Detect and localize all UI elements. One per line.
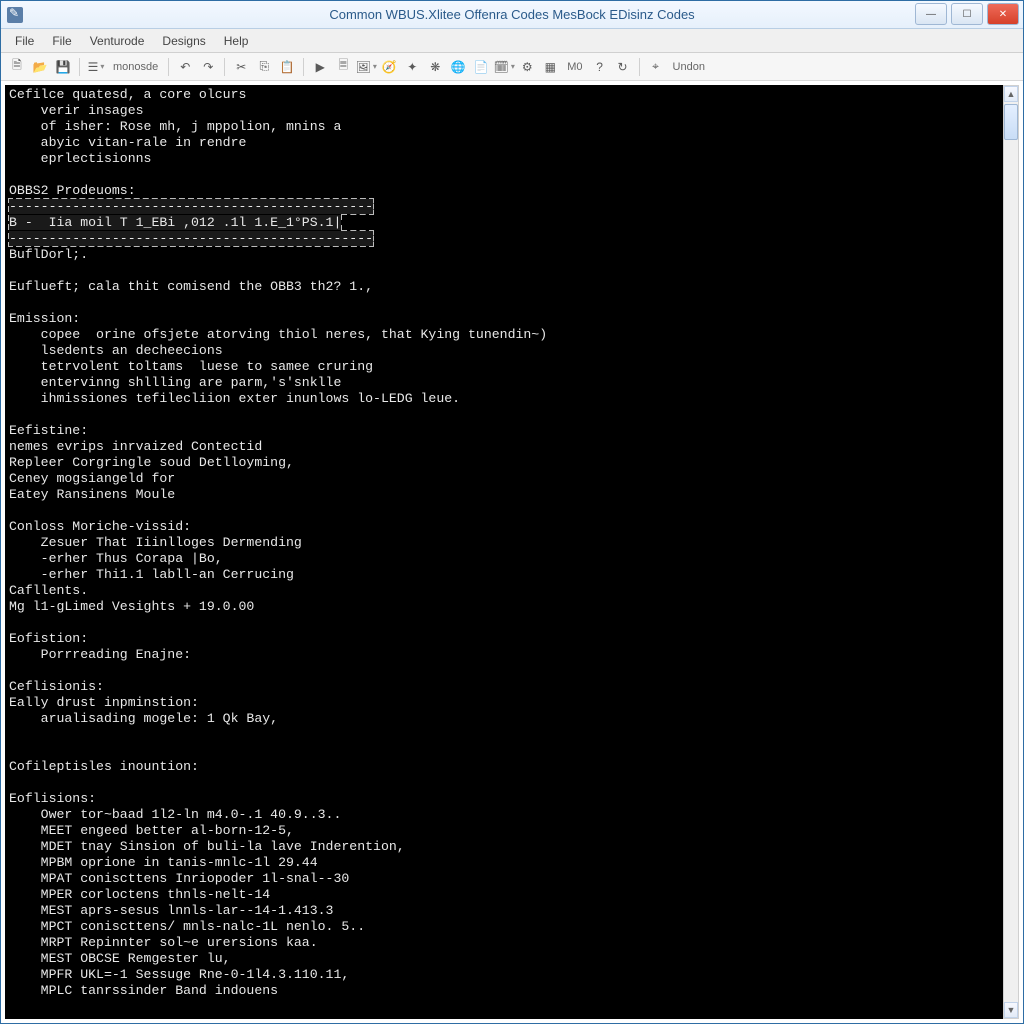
tool-run-icon[interactable]: ▶ bbox=[310, 57, 330, 77]
titlebar: Common WBUS.Xlitee Offenra Codes MesBock… bbox=[1, 1, 1023, 29]
tool-cut-icon[interactable]: ✂ bbox=[231, 57, 251, 77]
window-title: Common WBUS.Xlitee Offenra Codes MesBock… bbox=[0, 7, 1024, 22]
toolbar-separator bbox=[303, 58, 304, 76]
tool-page-icon[interactable]: 🗏 bbox=[333, 57, 353, 77]
tool-doc-icon[interactable]: 📄 bbox=[471, 57, 491, 77]
menu-designs[interactable]: Designs bbox=[154, 32, 213, 50]
tool-paste-icon[interactable]: 📋 bbox=[277, 57, 297, 77]
tool-undo-icon[interactable]: ↶ bbox=[175, 57, 195, 77]
tool-view-icon[interactable]: ☰ bbox=[86, 57, 106, 77]
tool-redo-icon[interactable]: ↷ bbox=[198, 57, 218, 77]
titlebar-left bbox=[1, 7, 23, 23]
tool-image-icon[interactable]: 🖼 bbox=[356, 57, 376, 77]
menu-file-2[interactable]: File bbox=[44, 32, 79, 50]
close-icon: ✕ bbox=[999, 9, 1007, 20]
tool-globe-icon[interactable]: 🌐 bbox=[448, 57, 468, 77]
tool-refresh-icon[interactable]: ↻ bbox=[613, 57, 633, 77]
toolbar-separator bbox=[79, 58, 80, 76]
tool-help-icon[interactable]: ? bbox=[590, 57, 610, 77]
toolbar-suffix-label: Undon bbox=[669, 61, 709, 73]
menu-venturode[interactable]: Venturode bbox=[82, 32, 153, 50]
toolbar-separator bbox=[224, 58, 225, 76]
toolbar-m0-label: M0 bbox=[563, 61, 586, 73]
close-button[interactable]: ✕ bbox=[987, 3, 1019, 25]
tool-wand-icon[interactable]: ✦ bbox=[402, 57, 422, 77]
window-controls: — ☐ ✕ bbox=[915, 1, 1023, 28]
toolbar-mode-label: monosde bbox=[109, 61, 162, 73]
tool-spark-icon[interactable]: ❋ bbox=[425, 57, 445, 77]
minimize-button[interactable]: — bbox=[915, 3, 947, 25]
toolbar-separator bbox=[639, 58, 640, 76]
tool-copy-icon[interactable]: ⎘ bbox=[254, 57, 274, 77]
editor-area: Cefilce quatesd, a core olcurs verir ins… bbox=[1, 81, 1023, 1023]
tool-unused-icon[interactable]: ⚙ bbox=[517, 57, 537, 77]
scroll-thumb[interactable] bbox=[1004, 104, 1018, 140]
toolbar-separator bbox=[168, 58, 169, 76]
highlighted-line: ----------------------------------------… bbox=[9, 199, 373, 246]
menubar: File File Venturode Designs Help bbox=[1, 29, 1023, 53]
scroll-up-icon[interactable]: ▲ bbox=[1004, 86, 1018, 102]
menu-help[interactable]: Help bbox=[216, 32, 257, 50]
tool-target-icon[interactable]: ⌖ bbox=[646, 57, 666, 77]
tool-calendar-icon[interactable]: 🗓 bbox=[494, 57, 514, 77]
console-output[interactable]: Cefilce quatesd, a core olcurs verir ins… bbox=[5, 85, 1019, 1019]
tool-grid-icon[interactable]: ▦ bbox=[540, 57, 560, 77]
tool-save-icon[interactable]: 💾 bbox=[53, 57, 73, 77]
minimize-icon: — bbox=[926, 9, 936, 20]
vertical-scrollbar[interactable]: ▲ ▼ bbox=[1003, 85, 1019, 1019]
maximize-button[interactable]: ☐ bbox=[951, 3, 983, 25]
maximize-icon: ☐ bbox=[963, 9, 972, 20]
tool-new-icon[interactable]: 🗎 bbox=[7, 57, 27, 77]
toolbar: 🗎 📂 💾 ☰ monosde ↶ ↷ ✂ ⎘ 📋 ▶ 🗏 🖼 🧭 ✦ ❋ 🌐 … bbox=[1, 53, 1023, 81]
tool-open-icon[interactable]: 📂 bbox=[30, 57, 50, 77]
scroll-down-icon[interactable]: ▼ bbox=[1004, 1002, 1018, 1018]
menu-file-1[interactable]: File bbox=[7, 32, 42, 50]
app-icon bbox=[7, 7, 23, 23]
app-window: Common WBUS.Xlitee Offenra Codes MesBock… bbox=[0, 0, 1024, 1024]
tool-compass-icon[interactable]: 🧭 bbox=[379, 57, 399, 77]
